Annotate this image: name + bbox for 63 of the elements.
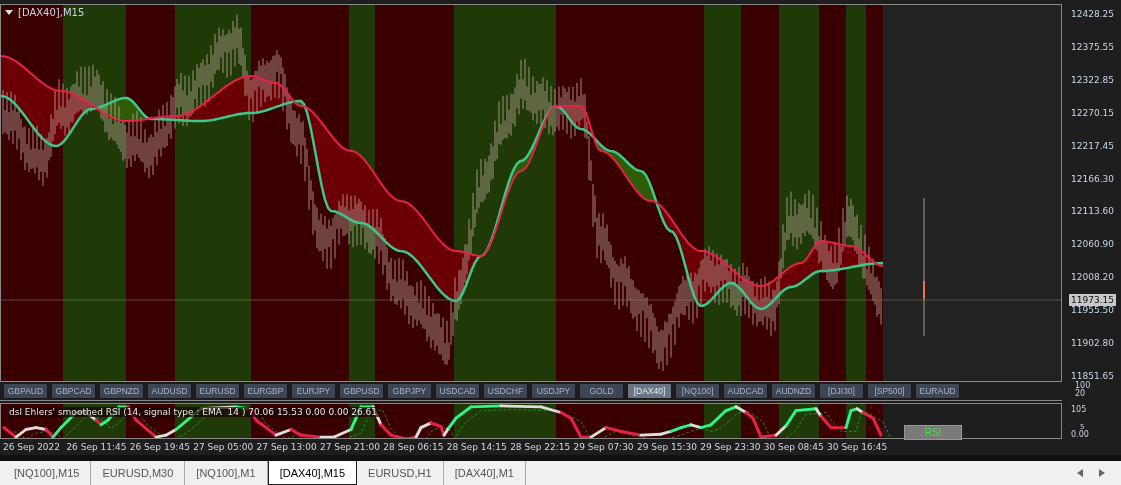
- symbol-button[interactable]: [SP500]: [867, 383, 912, 399]
- price-label: 12060.90: [1071, 238, 1115, 251]
- symbol-button[interactable]: USDCHF: [483, 383, 528, 399]
- time-label: 27 Sep 05:00: [193, 442, 255, 452]
- symbol-button[interactable]: [DAX40]: [627, 383, 672, 399]
- price-label: 12113.60: [1071, 205, 1115, 218]
- time-label: 29 Sep 23:30: [700, 442, 762, 452]
- time-label: 27 Sep 13:00: [256, 442, 318, 452]
- symbol-button[interactable]: GBPCAD: [51, 383, 96, 399]
- time-label: 26 Sep 19:45: [129, 442, 191, 452]
- time-label: 29 Sep 07:30: [573, 442, 635, 452]
- symbol-button[interactable]: AUDCAD: [723, 383, 768, 399]
- chart-tab[interactable]: EURUSD,H1: [357, 461, 444, 485]
- symbol-button[interactable]: GBPAUD: [3, 383, 48, 399]
- symbol-button[interactable]: AUDUSD: [147, 383, 192, 399]
- price-label: 11955.50: [1071, 304, 1115, 317]
- chart-tab[interactable]: [DAX40],M15: [267, 461, 358, 485]
- scale-label: 20: [1075, 390, 1086, 398]
- time-label: 28 Sep 14:15: [446, 442, 508, 452]
- chart-tab[interactable]: [NQ100],M1: [185, 461, 268, 485]
- chart-tab[interactable]: EURUSD,M30: [91, 461, 186, 485]
- current-price-label: 11973.15: [1069, 294, 1116, 306]
- symbol-button[interactable]: GOLD: [579, 383, 624, 399]
- symbol-button[interactable]: EURGBP: [243, 383, 288, 399]
- price-label: 12166.30: [1071, 172, 1115, 185]
- time-label: 26 Sep 2022: [3, 442, 62, 452]
- time-label: 28 Sep 06:15: [383, 442, 445, 452]
- price-label: 12375.55: [1071, 40, 1115, 53]
- chart-title: [DAX40],M15: [18, 7, 85, 18]
- time-label: 30 Sep 08:45: [763, 442, 825, 452]
- price-label: 12322.85: [1071, 73, 1115, 86]
- price-label: 12428.25: [1071, 8, 1115, 20]
- symbol-button[interactable]: [NQ100]: [675, 383, 720, 399]
- price-label: 12008.20: [1071, 271, 1115, 284]
- symbol-button[interactable]: USDJPY: [531, 383, 576, 399]
- symbol-button[interactable]: GBPUSD: [339, 383, 384, 399]
- rsi-button[interactable]: RSI: [904, 425, 962, 440]
- symbol-button[interactable]: EURJPY: [291, 383, 336, 399]
- symbol-button[interactable]: USDCAD: [435, 383, 480, 399]
- symbol-button[interactable]: EURUSD: [195, 383, 240, 399]
- scale-label: 105: [1071, 406, 1087, 414]
- price-label: 12217.45: [1071, 139, 1115, 152]
- time-label: 27 Sep 21:00: [319, 442, 382, 452]
- time-label: 26 Sep 11:45: [66, 442, 128, 452]
- price-label: 11851.65: [1071, 369, 1115, 381]
- scale-label: 100: [1075, 382, 1092, 390]
- symbol-button[interactable]: EURAUD: [915, 383, 960, 399]
- scale-label: 0.00: [1071, 431, 1089, 439]
- price-label: 12270.15: [1071, 106, 1115, 119]
- price-label: 11902.80: [1071, 337, 1115, 350]
- scroll-right-icon[interactable]: [1099, 469, 1105, 477]
- symbol-button[interactable]: [DJI30]: [819, 383, 864, 399]
- symbol-button[interactable]: GBPJPY: [387, 383, 432, 399]
- chart-tab[interactable]: [DAX40],M1: [443, 461, 526, 485]
- symbol-button[interactable]: AUDNZD: [771, 383, 816, 399]
- time-label: 28 Sep 22:15: [510, 442, 572, 452]
- time-label: 30 Sep 16:45: [827, 442, 889, 452]
- scroll-left-icon[interactable]: [1077, 469, 1083, 477]
- dropdown-icon[interactable]: [5, 10, 13, 15]
- chart-tab[interactable]: [NQ100],M15: [3, 461, 92, 485]
- time-label: 29 Sep 15:30: [636, 442, 698, 452]
- indicator-title: dsl Ehlers' smoothed RSI (14, signal type : EMA 14 ) 70.06 15.53 0.00 0.00 26.61: [7, 407, 380, 417]
- symbol-button[interactable]: GBPNZD: [99, 383, 144, 399]
